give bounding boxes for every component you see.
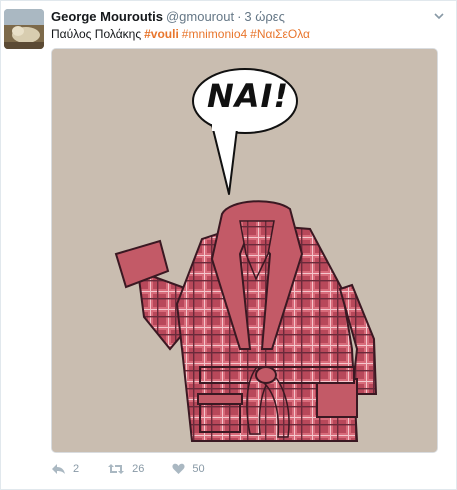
like-count: 50 (192, 463, 205, 475)
tweet-text: Παύλος Πολάκης #vouli #mnimonio4 #ΝαιΣεΟλα (51, 26, 310, 42)
timestamp[interactable]: 3 ώρες (244, 9, 284, 24)
chevron-down-icon[interactable] (434, 11, 444, 21)
avatar[interactable] (4, 9, 44, 49)
like-button[interactable]: 50 (172, 463, 205, 475)
author-handle[interactable]: @gmourout (166, 9, 234, 24)
reply-icon (51, 463, 66, 475)
author-name[interactable]: George Mouroutis (51, 9, 163, 24)
reply-count: 2 (73, 463, 80, 475)
hashtag-link[interactable]: #vouli (144, 27, 179, 41)
reply-button[interactable]: 2 (51, 463, 79, 475)
speech-bubble-text: ΝΑΙ! (207, 77, 290, 115)
heart-icon (172, 463, 185, 475)
tweet-header: George Mouroutis @gmourout · 3 ώρες (51, 9, 285, 25)
hashtag-link[interactable]: #mnimonio4 (182, 27, 247, 41)
tweet-actions: 2 26 50 (51, 459, 233, 479)
retweet-button[interactable]: 26 (107, 463, 144, 475)
retweet-icon (107, 463, 125, 475)
tweet-image[interactable]: ΝΑΙ! (51, 48, 438, 453)
tweet-card: George Mouroutis @gmourout · 3 ώρες Παύλος … (0, 0, 457, 490)
separator: · (237, 9, 242, 24)
tweet-text-lead: Παύλος Πολάκης (51, 27, 142, 41)
hashtag-link[interactable]: #ΝαιΣεΟλα (250, 27, 310, 41)
retweet-count: 26 (132, 463, 145, 475)
